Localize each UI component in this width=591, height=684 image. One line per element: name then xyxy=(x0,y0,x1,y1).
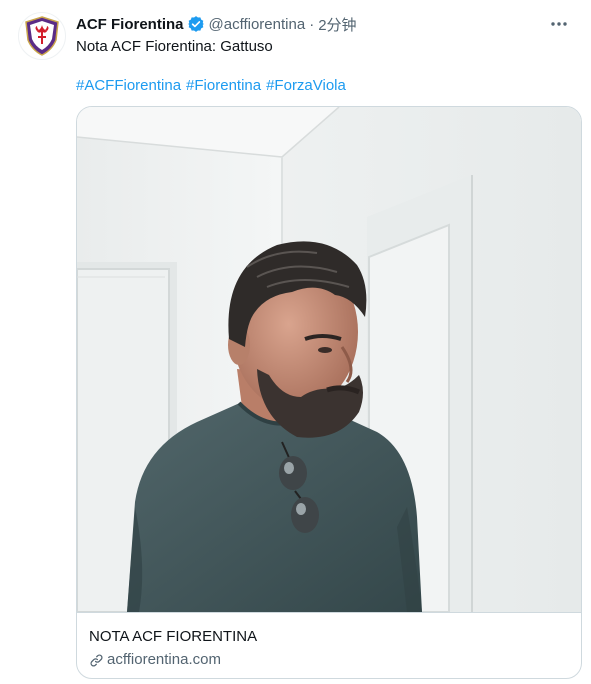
card-domain[interactable]: acffiorentina.com xyxy=(89,650,569,670)
fiorentina-crest-icon xyxy=(25,16,59,56)
card-image[interactable] xyxy=(77,107,581,612)
more-options-button[interactable] xyxy=(547,13,571,35)
hashtag-link[interactable]: #Fiorentina xyxy=(186,76,261,96)
card-domain-text: acffiorentina.com xyxy=(107,651,221,668)
tweet[interactable]: ACF Fiorentina @acffiorentina · 2分钟 Nota… xyxy=(0,0,591,684)
more-dots-icon xyxy=(551,22,567,26)
tweet-text: Nota ACF Fiorentina: Gattuso xyxy=(76,38,273,55)
card-title: NOTA ACF FIORENTINA xyxy=(89,628,258,645)
hashtag-link[interactable]: #ForzaViola xyxy=(266,76,346,96)
hashtag-link[interactable]: #ACFFiorentina xyxy=(76,76,181,96)
separator-dot: · xyxy=(309,15,315,33)
verified-badge-icon xyxy=(187,15,205,33)
avatar[interactable] xyxy=(18,12,66,60)
author-handle[interactable]: @acffiorentina xyxy=(209,16,306,33)
author-name[interactable]: ACF Fiorentina xyxy=(76,16,184,33)
tweet-header: ACF Fiorentina @acffiorentina · 2分钟 xyxy=(76,13,571,35)
hashtag-row: #ACFFiorentina #Fiorentina #ForzaViola xyxy=(76,76,346,96)
timestamp[interactable]: 2分钟 xyxy=(318,14,356,35)
link-card[interactable]: NOTA ACF FIORENTINA acffiorentina.com xyxy=(76,106,582,679)
card-footer[interactable]: NOTA ACF FIORENTINA acffiorentina.com xyxy=(77,612,581,678)
link-icon xyxy=(90,654,103,666)
